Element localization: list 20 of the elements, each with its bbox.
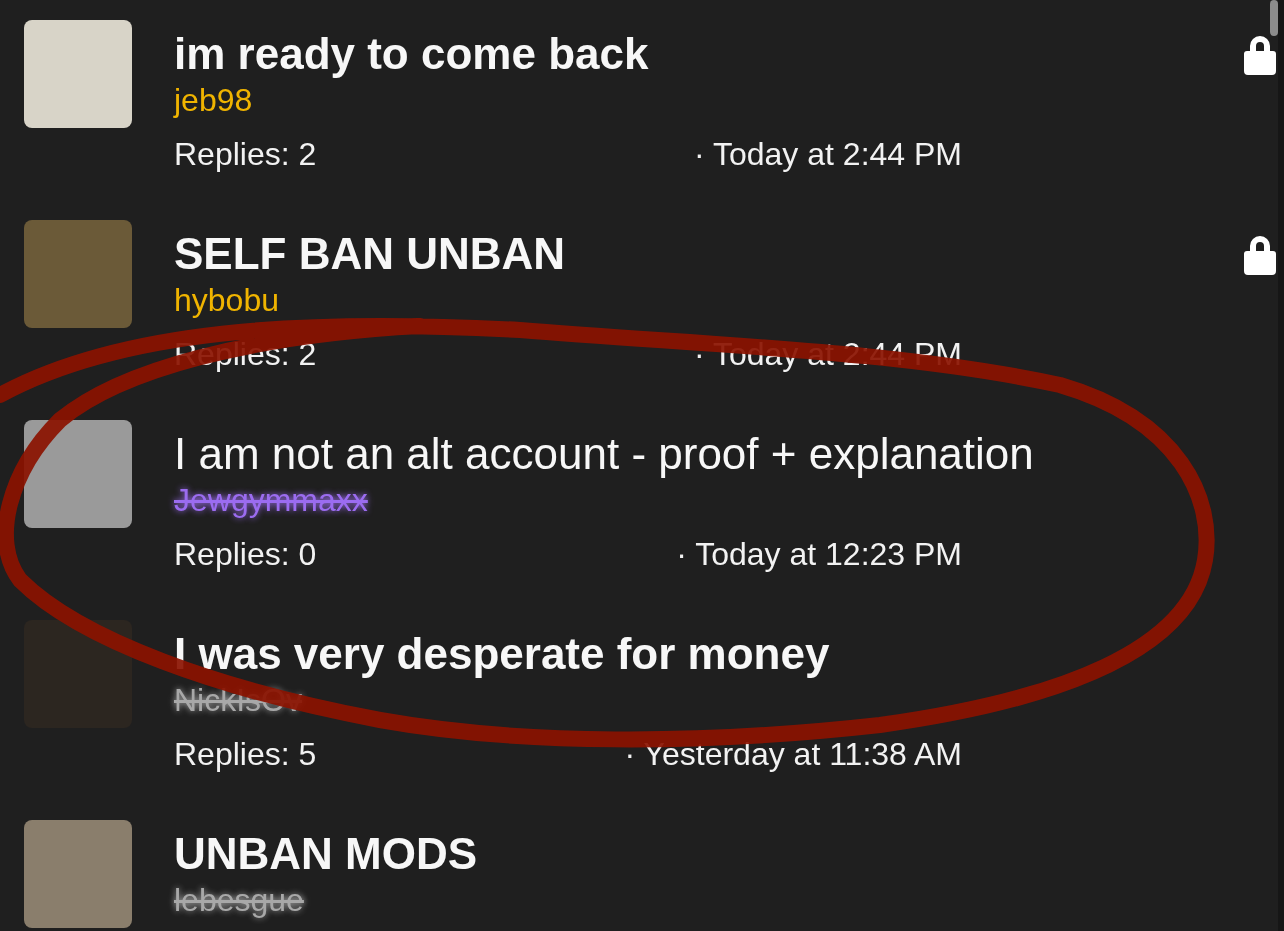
thread-title[interactable]: I am not an alt account - proof + explanation: [174, 428, 1034, 480]
avatar-image[interactable]: [24, 620, 132, 728]
scrollbar-thumb[interactable]: [1270, 0, 1278, 36]
reply-count: Replies: 5: [174, 735, 317, 774]
thread-title[interactable]: UNBAN MODS: [174, 828, 478, 880]
reply-count: Replies: 0: [174, 535, 317, 574]
thread-title[interactable]: I was very desperate for money: [174, 628, 830, 680]
author-name[interactable]: jeb98: [174, 80, 253, 120]
post-time: · Today at 12:23 PM: [676, 535, 962, 574]
scrollbar-track[interactable]: [1278, 0, 1284, 931]
avatar-image[interactable]: [24, 420, 132, 528]
author-name[interactable]: hybobu: [174, 280, 279, 320]
reply-count: Replies: 2: [174, 335, 317, 374]
reply-count: Replies: 2: [174, 135, 317, 174]
thread-title[interactable]: SELF BAN UNBAN: [174, 228, 566, 280]
post-time: · Yesterday at 11:38 AM: [624, 735, 962, 774]
author-name[interactable]: Jewgymmaxx: [174, 480, 368, 520]
thread-title[interactable]: im ready to come back: [174, 28, 649, 80]
post-time: · Today at 2:44 PM: [694, 135, 962, 174]
author-name[interactable]: lebesgue: [174, 880, 304, 920]
